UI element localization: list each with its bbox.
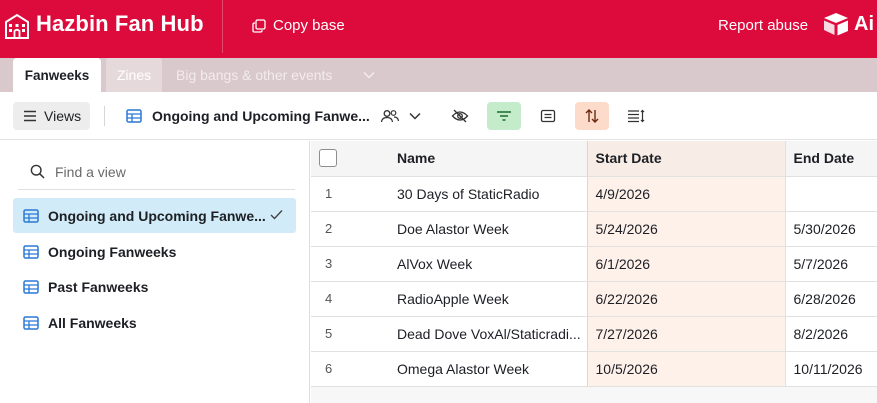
report-abuse-link[interactable]: Report abuse [718, 17, 808, 34]
records-grid: Name Start Date End Date 1 30 Days of St… [311, 141, 877, 403]
name-cell[interactable]: AlVox Week [387, 246, 588, 282]
row-number: 1 [311, 176, 387, 212]
table-row[interactable]: 2 Doe Alastor Week 5/24/2026 5/30/2026 [311, 211, 877, 247]
sidebar-item-ongoing[interactable]: Ongoing Fanweeks [13, 234, 296, 269]
find-view-field [18, 154, 295, 190]
copy-base-label: Copy base [273, 17, 345, 34]
sort-button[interactable] [575, 102, 609, 130]
table-row[interactable]: 6 Omega Alastor Week 10/5/2026 10/11/202… [311, 351, 877, 387]
sidebar-item-past[interactable]: Past Fanweeks [13, 269, 296, 304]
table-row[interactable]: 1 30 Days of StaticRadio 4/9/2026 [311, 176, 877, 212]
view-menu-button[interactable] [400, 102, 430, 130]
tab-big-bangs[interactable]: Big bangs & other events [176, 58, 332, 92]
toolbar-divider [104, 106, 105, 126]
search-icon [30, 164, 45, 179]
end-date-cell[interactable]: 5/7/2026 [785, 246, 877, 282]
hide-fields-button[interactable] [443, 102, 477, 130]
sidebar-item-label: Ongoing Fanweeks [48, 243, 177, 260]
view-toolbar: Views Ongoing and Upcoming Fanwe... [0, 92, 877, 140]
grid-view-icon [126, 109, 142, 123]
header-row: Name Start Date End Date [311, 141, 877, 177]
column-header-name[interactable]: Name [387, 141, 588, 177]
grid-view-icon [23, 244, 39, 259]
end-date-cell[interactable]: 6/28/2026 [785, 281, 877, 317]
end-date-cell[interactable]: 5/30/2026 [785, 211, 877, 247]
sidebar-item-label: All Fanweeks [48, 314, 137, 331]
start-date-cell[interactable]: 7/27/2026 [587, 316, 786, 352]
start-date-cell[interactable]: 6/1/2026 [587, 246, 786, 282]
filter-button[interactable] [487, 102, 521, 130]
views-toggle-button[interactable]: Views [13, 102, 90, 130]
grid-view-icon [23, 315, 39, 330]
tab-zines[interactable]: Zines [106, 58, 162, 92]
views-sidebar: Ongoing and Upcoming Fanwe... Ongoing Fa… [0, 141, 310, 403]
table-tabs-bar: Fanweeks Zines Big bangs & other events [0, 53, 877, 92]
row-number: 2 [311, 211, 387, 247]
filter-icon [497, 111, 511, 121]
end-date-cell[interactable]: 8/2/2026 [785, 316, 877, 352]
column-header-start-date[interactable]: Start Date [587, 141, 786, 177]
table-row[interactable]: 5 Dead Dove VoxAl/Staticradi... 7/27/202… [311, 316, 877, 352]
eye-off-icon [451, 109, 469, 123]
hotel-logo-icon[interactable] [5, 13, 29, 39]
more-tables-button[interactable] [363, 58, 375, 92]
views-label: Views [44, 108, 82, 124]
current-view-label: Ongoing and Upcoming Fanwe... [152, 108, 370, 124]
start-date-cell[interactable]: 6/22/2026 [587, 281, 786, 317]
hamburger-icon [24, 110, 36, 122]
sort-icon [585, 109, 599, 123]
row-number: 5 [311, 316, 387, 352]
name-cell[interactable]: Dead Dove VoxAl/Staticradi... [387, 316, 588, 352]
grid-view-icon [23, 279, 39, 294]
sidebar-item-ongoing-upcoming[interactable]: Ongoing and Upcoming Fanwe... [13, 198, 296, 233]
row-number: 3 [311, 246, 387, 282]
base-title: Hazbin Fan Hub [36, 11, 204, 36]
name-cell[interactable]: Doe Alastor Week [387, 211, 588, 247]
group-button[interactable] [531, 102, 565, 130]
copy-base-button[interactable]: Copy base [252, 17, 345, 34]
current-view-name[interactable]: Ongoing and Upcoming Fanwe... [126, 108, 370, 124]
name-cell[interactable]: Omega Alastor Week [387, 351, 588, 387]
name-cell[interactable]: RadioApple Week [387, 281, 588, 317]
select-all-cell [311, 141, 387, 177]
start-date-cell[interactable]: 4/9/2026 [587, 176, 786, 212]
end-date-cell[interactable] [785, 176, 877, 212]
check-icon [270, 210, 283, 220]
select-all-checkbox[interactable] [319, 149, 337, 168]
table-row[interactable]: 3 AlVox Week 6/1/2026 5/7/2026 [311, 246, 877, 282]
grid-view-icon [23, 208, 39, 223]
airtable-logo-icon [824, 13, 848, 36]
row-height-button[interactable] [619, 102, 653, 130]
sidebar-item-all[interactable]: All Fanweeks [13, 305, 296, 340]
chevron-down-icon [363, 71, 375, 79]
end-date-cell[interactable]: 10/11/2026 [785, 351, 877, 387]
chevron-down-icon [409, 112, 421, 120]
name-cell[interactable]: 30 Days of StaticRadio [387, 176, 588, 212]
start-date-cell[interactable]: 10/5/2026 [587, 351, 786, 387]
copy-icon [252, 18, 266, 33]
tab-fanweeks[interactable]: Fanweeks [13, 58, 101, 92]
users-icon [380, 110, 400, 123]
find-view-input[interactable] [55, 163, 275, 180]
sidebar-item-label: Ongoing and Upcoming Fanwe... [48, 207, 266, 224]
header-divider [222, 0, 223, 53]
airtable-logo[interactable]: Ai [822, 12, 874, 36]
airtable-wordmark: Ai [854, 12, 874, 35]
sidebar-item-label: Past Fanweeks [48, 278, 149, 295]
records-table: Name Start Date End Date 1 30 Days of St… [311, 141, 877, 387]
app-header: Hazbin Fan Hub Copy base Report abuse Ai [0, 0, 877, 53]
column-header-end-date[interactable]: End Date [785, 141, 877, 177]
table-row[interactable]: 4 RadioApple Week 6/22/2026 6/28/2026 [311, 281, 877, 317]
row-number: 4 [311, 281, 387, 317]
group-icon [540, 109, 556, 123]
start-date-cell[interactable]: 5/24/2026 [587, 211, 786, 247]
row-number: 6 [311, 351, 387, 387]
row-height-icon [628, 109, 645, 123]
